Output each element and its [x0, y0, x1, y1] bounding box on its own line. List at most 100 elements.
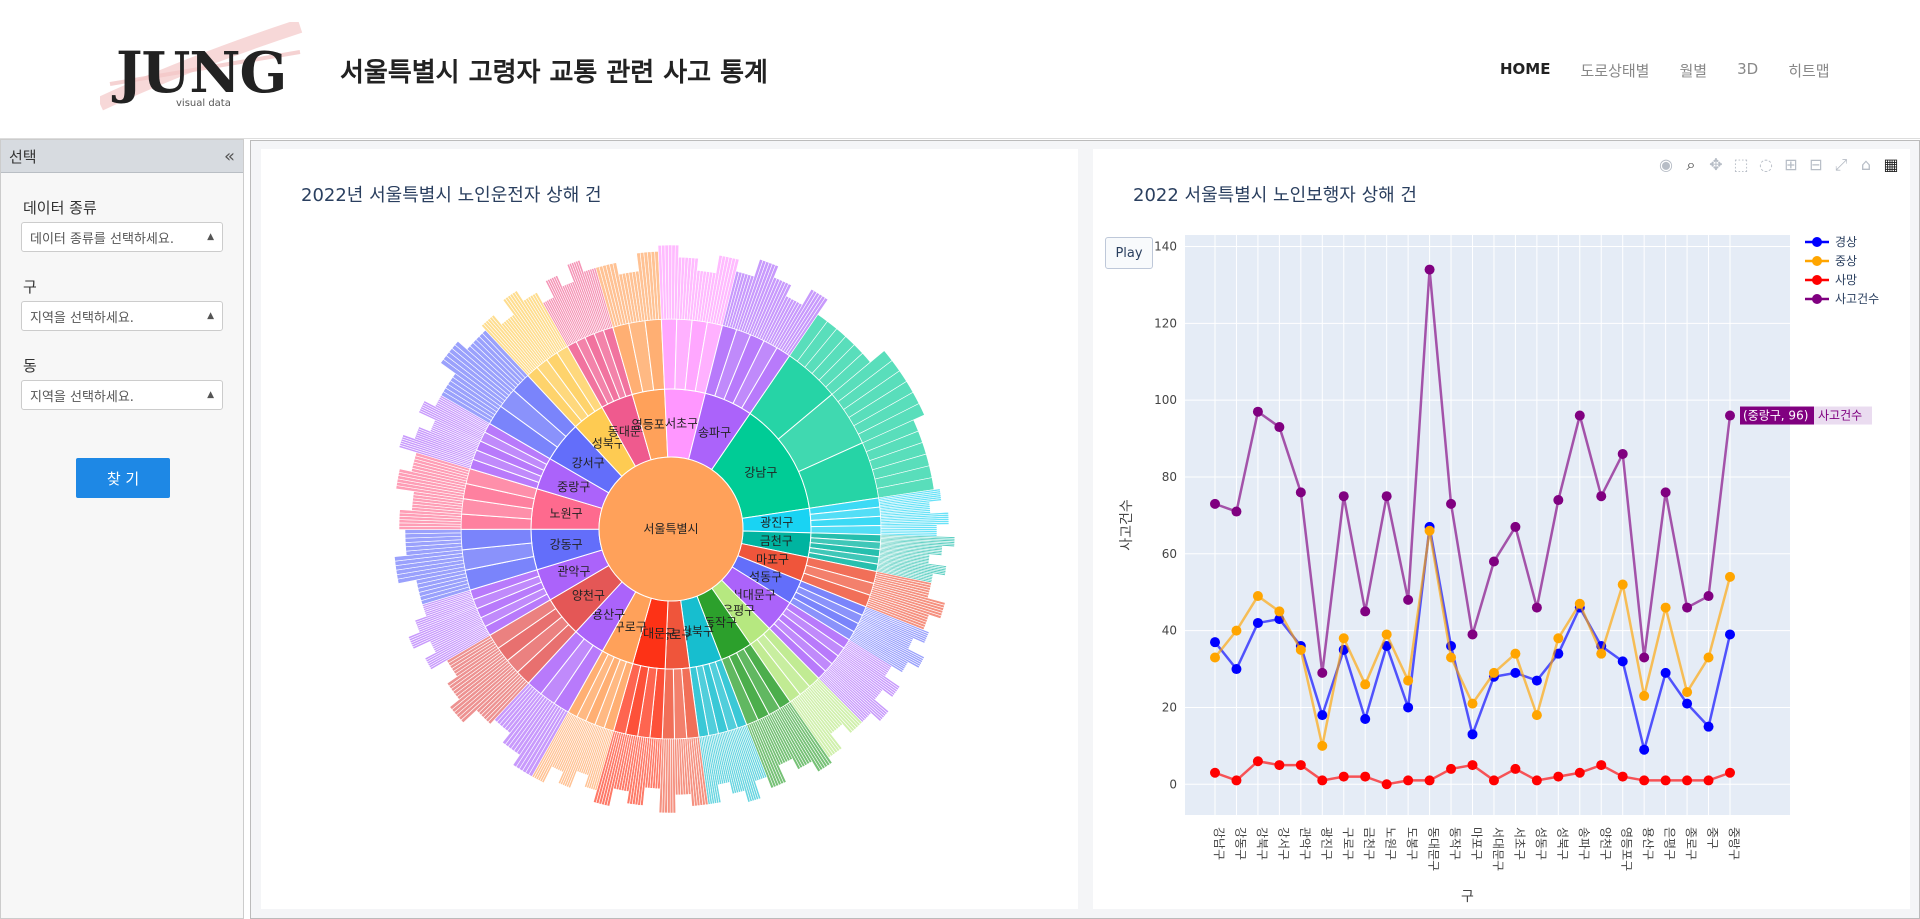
data-point[interactable] — [1210, 767, 1220, 778]
data-point[interactable] — [1317, 740, 1328, 751]
sunburst-detail-segment[interactable] — [668, 244, 673, 320]
data-point[interactable] — [1639, 652, 1650, 663]
data-point[interactable] — [1660, 667, 1671, 678]
data-point[interactable] — [1682, 698, 1693, 709]
data-point[interactable] — [1360, 771, 1371, 782]
data-point[interactable] — [1639, 744, 1650, 755]
data-point[interactable] — [1446, 763, 1457, 774]
data-point[interactable] — [1617, 771, 1628, 782]
logo[interactable]: JUNG visual data — [100, 22, 310, 117]
legend-label[interactable]: 경상 — [1835, 235, 1857, 249]
data-point[interactable] — [1424, 264, 1435, 275]
data-point[interactable] — [1553, 495, 1564, 506]
data-point[interactable] — [1682, 602, 1693, 613]
data-point[interactable] — [1467, 698, 1478, 709]
data-point[interactable] — [1467, 629, 1478, 640]
data-point[interactable] — [1682, 775, 1693, 786]
data-point[interactable] — [1531, 675, 1542, 686]
data-point[interactable] — [1295, 487, 1306, 498]
nav-heatmap[interactable]: 히트맵 — [1788, 60, 1829, 81]
data-point[interactable] — [1424, 525, 1435, 536]
data-point[interactable] — [1488, 667, 1499, 678]
sunburst-detail-segment[interactable] — [404, 529, 462, 535]
nav-home[interactable]: HOME — [1500, 60, 1550, 81]
data-point[interactable] — [1617, 448, 1628, 459]
data-point[interactable] — [1617, 656, 1628, 667]
data-point[interactable] — [1403, 675, 1414, 686]
data-point[interactable] — [1596, 760, 1607, 771]
data-point[interactable] — [1682, 687, 1693, 698]
district-select[interactable]: 지역을 선택하세요. ▲ — [21, 301, 223, 331]
legend-label[interactable]: 사고건수 — [1835, 292, 1879, 306]
data-point[interactable] — [1446, 498, 1457, 509]
data-point[interactable] — [1617, 579, 1628, 590]
data-point[interactable] — [1360, 679, 1371, 690]
data-point[interactable] — [1252, 591, 1263, 602]
data-point[interactable] — [1231, 625, 1242, 636]
find-button[interactable]: 찾 기 — [76, 458, 170, 498]
data-point[interactable] — [1553, 633, 1564, 644]
data-point[interactable] — [1381, 779, 1392, 790]
data-point[interactable] — [1660, 602, 1671, 613]
data-point[interactable] — [1295, 760, 1306, 771]
data-point[interactable] — [1725, 571, 1735, 582]
data-point[interactable] — [1467, 729, 1478, 740]
data-point[interactable] — [1467, 760, 1478, 771]
sunburst-chart[interactable]: 강남구광진구금천구마포구성동구서대문구은평구동작구강북구종로구동대문구구로구용산… — [261, 149, 1078, 909]
data-point[interactable] — [1274, 760, 1285, 771]
data-point[interactable] — [1596, 491, 1607, 502]
legend-label[interactable]: 중상 — [1835, 254, 1857, 268]
data-point[interactable] — [1274, 422, 1285, 433]
data-point[interactable] — [1424, 775, 1435, 786]
data-point[interactable] — [1596, 648, 1607, 659]
data-point[interactable] — [1553, 771, 1564, 782]
data-point[interactable] — [1574, 767, 1585, 778]
data-point[interactable] — [1403, 702, 1414, 713]
nav-3d[interactable]: 3D — [1737, 60, 1758, 81]
data-point[interactable] — [1574, 410, 1585, 421]
data-point[interactable] — [1510, 667, 1521, 678]
data-point[interactable] — [1317, 775, 1328, 786]
data-point[interactable] — [1510, 521, 1521, 532]
data-point[interactable] — [1531, 710, 1542, 721]
data-point[interactable] — [1725, 767, 1735, 778]
line-chart[interactable]: 0 20 40 60 80 100 120 140 강남구 강동구 강북구 강서구 관악구 광진구 구로구 금… — [1093, 149, 1910, 909]
sunburst-dong-segment[interactable] — [660, 318, 678, 390]
data-point[interactable] — [1725, 410, 1735, 421]
collapse-icon[interactable]: « — [224, 146, 235, 167]
legend-label[interactable]: 사망 — [1835, 273, 1857, 287]
data-point[interactable] — [1231, 775, 1242, 786]
data-point[interactable] — [1703, 775, 1714, 786]
data-point[interactable] — [1660, 487, 1671, 498]
data-point[interactable] — [1488, 775, 1499, 786]
data-point[interactable] — [1381, 629, 1392, 640]
nav-monthly[interactable]: 월별 — [1680, 60, 1708, 81]
data-type-select[interactable]: 데이터 종류를 선택하세요. ▲ — [21, 222, 223, 252]
data-point[interactable] — [1210, 637, 1220, 648]
dong-select[interactable]: 지역을 선택하세요. ▲ — [21, 380, 223, 410]
data-point[interactable] — [1510, 648, 1521, 659]
data-point[interactable] — [1639, 690, 1650, 701]
data-point[interactable] — [1338, 633, 1349, 644]
data-point[interactable] — [1488, 556, 1499, 567]
data-point[interactable] — [1725, 629, 1735, 640]
data-point[interactable] — [1317, 667, 1328, 678]
data-point[interactable] — [1338, 491, 1349, 502]
data-point[interactable] — [1210, 652, 1220, 663]
data-point[interactable] — [1403, 594, 1414, 605]
data-point[interactable] — [1660, 775, 1671, 786]
data-point[interactable] — [1381, 491, 1392, 502]
data-point[interactable] — [1531, 775, 1542, 786]
data-point[interactable] — [1252, 617, 1263, 628]
data-point[interactable] — [1231, 506, 1242, 517]
data-point[interactable] — [1446, 652, 1457, 663]
data-point[interactable] — [1252, 406, 1263, 417]
data-point[interactable] — [1531, 602, 1542, 613]
data-point[interactable] — [1703, 721, 1714, 732]
nav-road-condition[interactable]: 도로상태별 — [1580, 60, 1649, 81]
data-point[interactable] — [1703, 591, 1714, 602]
data-point[interactable] — [1403, 775, 1414, 786]
data-point[interactable] — [1338, 771, 1349, 782]
data-point[interactable] — [1639, 775, 1650, 786]
data-point[interactable] — [1231, 664, 1242, 675]
